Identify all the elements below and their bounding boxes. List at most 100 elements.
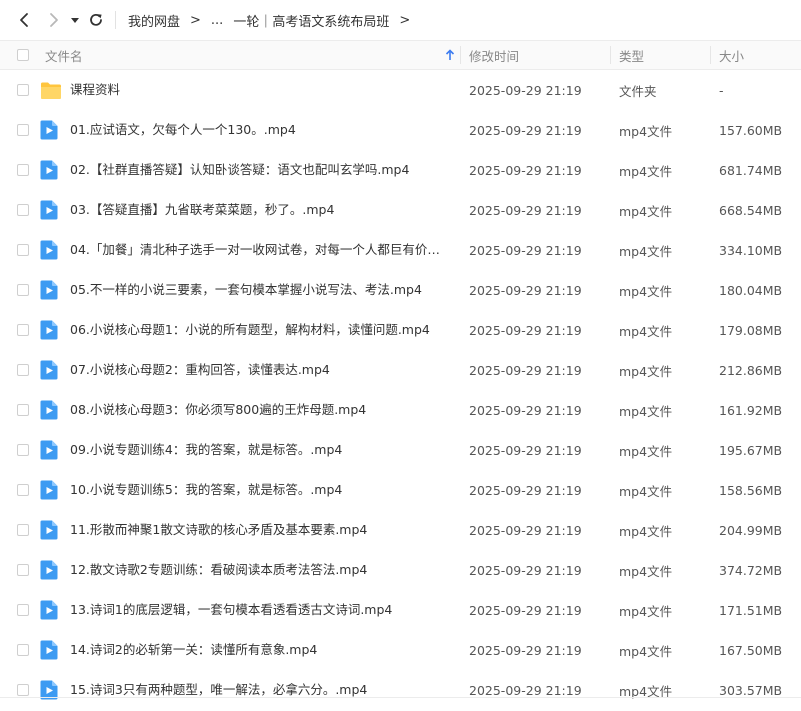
- caret-down-icon: [71, 18, 79, 23]
- row-checkbox[interactable]: [17, 244, 29, 256]
- file-row[interactable]: 12.散文诗歌2专题训练：看破阅读本质考法答法.mp4 2025-09-29 21…: [0, 550, 801, 590]
- file-name[interactable]: 01.应试语文，欠每个人一个130。.mp4: [70, 110, 450, 150]
- row-checkbox[interactable]: [17, 604, 29, 616]
- row-icon-cell: [40, 150, 58, 190]
- row-checkbox-cell: [17, 550, 29, 590]
- header-separator[interactable]: [610, 46, 611, 64]
- row-icon-cell: [40, 590, 58, 630]
- breadcrumb-ellipsis[interactable]: ...: [211, 13, 223, 28]
- breadcrumb-root[interactable]: 我的网盘: [128, 11, 180, 30]
- file-row[interactable]: 11.形散而神聚1散文诗歌的核心矛盾及基本要素.mp4 2025-09-29 21…: [0, 510, 801, 550]
- file-type: mp4文件: [619, 403, 673, 419]
- video-file-icon: [40, 560, 58, 580]
- file-row[interactable]: 04.「加餐」清北种子选手一对一收网试卷，对每一个人都巨有价值.mp4 2025-…: [0, 230, 801, 270]
- file-row[interactable]: 05.不一样的小说三要素，一套句模本掌握小说写法、考法.mp4 2025-09-2…: [0, 270, 801, 310]
- file-type: mp4文件: [619, 643, 673, 659]
- file-list-header: 文件名 修改时间 类型 大小: [0, 40, 801, 70]
- file-name[interactable]: 02.【社群直播答疑】认知卧谈答疑：语文也配叫玄学吗.mp4: [70, 150, 450, 190]
- file-type: mp4文件: [619, 323, 673, 339]
- row-checkbox-cell: [17, 670, 29, 710]
- file-name[interactable]: 课程资料: [70, 70, 450, 110]
- file-name[interactable]: 05.不一样的小说三要素，一套句模本掌握小说写法、考法.mp4: [70, 270, 450, 310]
- header-separator[interactable]: [460, 46, 461, 64]
- chevron-right-icon: [50, 13, 58, 27]
- file-row[interactable]: 09.小说专题训练4：我的答案，就是标答。.mp4 2025-09-29 21:1…: [0, 430, 801, 470]
- row-checkbox[interactable]: [17, 444, 29, 456]
- header-name[interactable]: 文件名: [45, 41, 83, 69]
- row-checkbox-cell: [17, 510, 29, 550]
- file-name[interactable]: 11.形散而神聚1散文诗歌的核心矛盾及基本要素.mp4: [70, 510, 450, 550]
- row-icon-cell: [40, 630, 58, 670]
- row-checkbox-cell: [17, 430, 29, 470]
- row-checkbox-cell: [17, 190, 29, 230]
- file-modified: 2025-09-29 21:19: [469, 642, 582, 658]
- row-checkbox[interactable]: [17, 164, 29, 176]
- row-checkbox[interactable]: [17, 564, 29, 576]
- file-name[interactable]: 12.散文诗歌2专题训练：看破阅读本质考法答法.mp4: [70, 550, 450, 590]
- file-name[interactable]: 08.小说核心母题3：你必须写800遍的王炸母题.mp4: [70, 390, 450, 430]
- file-modified: 2025-09-29 21:19: [469, 362, 582, 378]
- row-checkbox[interactable]: [17, 484, 29, 496]
- row-icon-cell: [40, 310, 58, 350]
- sort-up-arrow-icon[interactable]: [445, 49, 455, 61]
- file-row[interactable]: 01.应试语文，欠每个人一个130。.mp4 2025-09-29 21:19 mp…: [0, 110, 801, 150]
- file-row[interactable]: 15.诗词3只有两种题型，唯一解法，必拿六分。.mp4 2025-09-29 21…: [0, 670, 801, 710]
- file-name[interactable]: 14.诗词2的必斩第一关：读懂所有意象.mp4: [70, 630, 450, 670]
- row-checkbox[interactable]: [17, 404, 29, 416]
- back-button[interactable]: [11, 7, 37, 33]
- file-modified: 2025-09-29 21:19: [469, 162, 582, 178]
- header-separator[interactable]: [710, 46, 711, 64]
- file-row[interactable]: 03.【答疑直播】九省联考菜菜题，秒了。.mp4 2025-09-29 21:19…: [0, 190, 801, 230]
- header-size[interactable]: 大小: [719, 41, 744, 69]
- row-icon-cell: [40, 230, 58, 270]
- file-name[interactable]: 07.小说核心母题2：重构回答，读懂表达.mp4: [70, 350, 450, 390]
- breadcrumb-current[interactable]: 一轮｜高考语文系统布局班: [233, 11, 389, 30]
- file-row[interactable]: 02.【社群直播答疑】认知卧谈答疑：语文也配叫玄学吗.mp4 2025-09-29…: [0, 150, 801, 190]
- row-checkbox[interactable]: [17, 684, 29, 696]
- row-icon-cell: [40, 510, 58, 550]
- row-icon-cell: [40, 70, 62, 110]
- header-type[interactable]: 类型: [619, 41, 644, 69]
- file-name[interactable]: 03.【答疑直播】九省联考菜菜题，秒了。.mp4: [70, 190, 450, 230]
- row-icon-cell: [40, 190, 58, 230]
- row-checkbox-cell: [17, 230, 29, 270]
- file-name[interactable]: 04.「加餐」清北种子选手一对一收网试卷，对每一个人都巨有价值.mp4: [70, 230, 450, 270]
- row-checkbox[interactable]: [17, 644, 29, 656]
- row-icon-cell: [40, 470, 58, 510]
- file-name[interactable]: 15.诗词3只有两种题型，唯一解法，必拿六分。.mp4: [70, 670, 450, 710]
- video-file-icon: [40, 280, 58, 300]
- file-name[interactable]: 06.小说核心母题1：小说的所有题型，解构材料，读懂问题.mp4: [70, 310, 450, 350]
- file-modified: 2025-09-29 21:19: [469, 402, 582, 418]
- row-checkbox[interactable]: [17, 84, 29, 96]
- file-size: 374.72MB: [719, 562, 783, 578]
- row-checkbox[interactable]: [17, 204, 29, 216]
- history-dropdown-button[interactable]: [67, 7, 83, 33]
- file-type: mp4文件: [619, 683, 673, 699]
- forward-button[interactable]: [41, 7, 67, 33]
- file-row[interactable]: 06.小说核心母题1：小说的所有题型，解构材料，读懂问题.mp4 2025-09-…: [0, 310, 801, 350]
- folder-row[interactable]: 课程资料 2025-09-29 21:19 文件夹 -: [0, 70, 801, 110]
- header-modified[interactable]: 修改时间: [469, 41, 519, 69]
- row-checkbox[interactable]: [17, 124, 29, 136]
- row-checkbox-cell: [17, 70, 29, 110]
- row-checkbox[interactable]: [17, 284, 29, 296]
- row-checkbox[interactable]: [17, 324, 29, 336]
- file-name[interactable]: 10.小说专题训练5：我的答案，就是标答。.mp4: [70, 470, 450, 510]
- file-size: 668.54MB: [719, 202, 783, 218]
- file-row[interactable]: 13.诗词1的底层逻辑，一套句模本看透看透古文诗词.mp4 2025-09-29 …: [0, 590, 801, 630]
- file-row[interactable]: 10.小说专题训练5：我的答案，就是标答。.mp4 2025-09-29 21:1…: [0, 470, 801, 510]
- video-file-icon: [40, 120, 58, 140]
- file-row[interactable]: 14.诗词2的必斩第一关：读懂所有意象.mp4 2025-09-29 21:19 m…: [0, 630, 801, 670]
- file-row[interactable]: 07.小说核心母题2：重构回答，读懂表达.mp4 2025-09-29 21:19…: [0, 350, 801, 390]
- file-name[interactable]: 09.小说专题训练4：我的答案，就是标答。.mp4: [70, 430, 450, 470]
- row-icon-cell: [40, 430, 58, 470]
- chevron-left-icon: [20, 13, 28, 27]
- row-checkbox[interactable]: [17, 524, 29, 536]
- file-row[interactable]: 08.小说核心母题3：你必须写800遍的王炸母题.mp4 2025-09-29 2…: [0, 390, 801, 430]
- select-all-checkbox[interactable]: [17, 49, 29, 61]
- row-checkbox[interactable]: [17, 364, 29, 376]
- refresh-button[interactable]: [83, 7, 109, 33]
- file-name[interactable]: 13.诗词1的底层逻辑，一套句模本看透看透古文诗词.mp4: [70, 590, 450, 630]
- refresh-icon: [90, 13, 102, 26]
- video-file-icon: [40, 360, 58, 380]
